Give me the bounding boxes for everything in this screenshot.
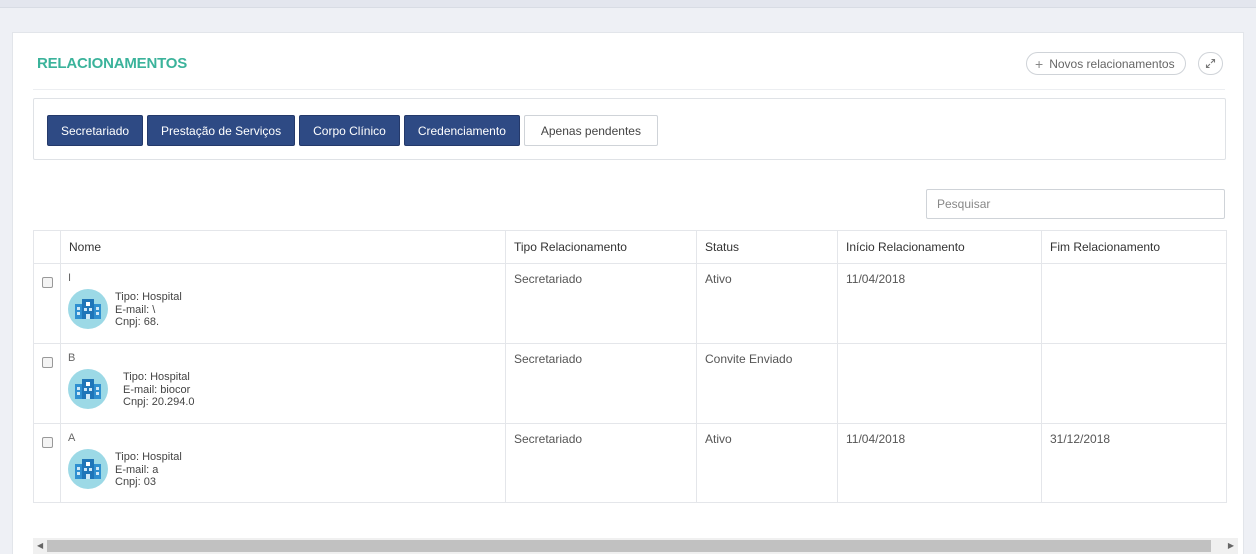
table-row[interactable]: A Tipo: Hospital E-mail: a Cnpj: 03 Secr… [33, 423, 1227, 503]
plus-icon: + [1035, 55, 1044, 72]
redaction [77, 428, 397, 444]
entity-name: I [68, 272, 72, 284]
top-bar [0, 0, 1256, 8]
horizontal-scrollbar[interactable]: ◀ ▶ [33, 538, 1238, 554]
filter-box: Secretariado Prestação de Serviços Corpo… [33, 98, 1226, 160]
entity-email: E-mail: biocor [123, 383, 191, 396]
status-cell: Ativo [696, 423, 838, 503]
inicio-cell: 11/04/2018 [837, 263, 1042, 344]
name-cell: A Tipo: Hospital E-mail: a Cnpj: 03 [60, 423, 506, 503]
filter-corpo-clinico-button[interactable]: Corpo Clínico [299, 115, 400, 146]
row-checkbox[interactable] [41, 437, 53, 448]
inicio-cell [837, 343, 1042, 424]
inicio-cell: 11/04/2018 [837, 423, 1042, 503]
entity-name: B [68, 352, 76, 364]
relationships-table: Nome Tipo Relacionamento Status Início R… [33, 230, 1227, 503]
entity-cnpj: Cnpj: 20.294.0 [123, 396, 195, 408]
fim-cell [1041, 263, 1227, 344]
entity-email: E-mail: \ [115, 303, 156, 316]
scroll-right-icon[interactable]: ▶ [1228, 541, 1234, 550]
tipo-relacionamento-cell: Secretariado [505, 423, 697, 503]
fim-cell [1041, 343, 1227, 424]
filter-credenciamento-button[interactable]: Credenciamento [403, 115, 520, 146]
name-cell: I Tipo: Hospital E-mail: \ Cnpj: 68. [60, 263, 506, 344]
header-nome[interactable]: Nome [60, 230, 506, 264]
avatar [68, 369, 108, 409]
filter-secretariado-button[interactable]: Secretariado [47, 115, 144, 146]
status-cell: Ativo [696, 263, 838, 344]
entity-type: Tipo: Hospital [115, 451, 182, 463]
title-divider [33, 89, 1225, 90]
header-fim-relacionamento[interactable]: Fim Relacionamento [1041, 230, 1227, 264]
name-cell: B Tipo: Hospital E-mail: biocor Cnpj: 20… [60, 343, 506, 424]
panel-title: RELACIONAMENTOS [37, 55, 188, 72]
hospital-icon [75, 299, 101, 319]
header-inicio-relacionamento[interactable]: Início Relacionamento [837, 230, 1042, 264]
search-input[interactable] [926, 189, 1225, 219]
entity-cnpj: Cnpj: 03 [115, 476, 156, 488]
entity-cnpj: Cnpj: 68. [115, 316, 160, 328]
filter-prestacao-servicos-button[interactable]: Prestação de Serviços [147, 115, 296, 146]
table-row[interactable]: B Tipo: Hospital E-mail: biocor Cnpj: 20… [33, 343, 1227, 424]
row-checkbox[interactable] [41, 277, 53, 288]
relacionamentos-panel: RELACIONAMENTOS + Novos relacionamentos … [12, 32, 1244, 554]
scroll-left-icon[interactable]: ◀ [37, 541, 43, 550]
header-status[interactable]: Status [696, 230, 838, 264]
avatar [68, 289, 108, 329]
header-checkbox-cell [33, 230, 61, 264]
expand-icon [1205, 58, 1216, 69]
entity-type: Tipo: Hospital [123, 371, 190, 383]
table-header-row: Nome Tipo Relacionamento Status Início R… [33, 230, 1227, 264]
table-row[interactable]: I Tipo: Hospital E-mail: \ Cnpj: 68. Sec… [33, 263, 1227, 344]
fim-cell: 31/12/2018 [1041, 423, 1227, 503]
entity-name: A [68, 432, 76, 444]
filter-pending-button[interactable]: Apenas pendentes [523, 115, 658, 146]
avatar [68, 449, 108, 489]
scrollbar-thumb[interactable] [47, 540, 1211, 552]
new-relationships-label: Novos relacionamentos [1049, 56, 1175, 71]
expand-button[interactable] [1198, 52, 1223, 75]
tipo-relacionamento-cell: Secretariado [505, 263, 697, 344]
redaction [75, 270, 255, 284]
new-relationships-button[interactable]: + Novos relacionamentos [1026, 52, 1186, 75]
entity-type: Tipo: Hospital [115, 291, 182, 303]
hospital-icon [75, 459, 101, 479]
hospital-icon [75, 379, 101, 399]
redaction [77, 348, 357, 364]
header-tipo-relacionamento[interactable]: Tipo Relacionamento [505, 230, 697, 264]
status-cell: Convite Enviado [696, 343, 838, 424]
row-checkbox[interactable] [41, 357, 53, 368]
entity-email: E-mail: a [115, 463, 159, 476]
tipo-relacionamento-cell: Secretariado [505, 343, 697, 424]
